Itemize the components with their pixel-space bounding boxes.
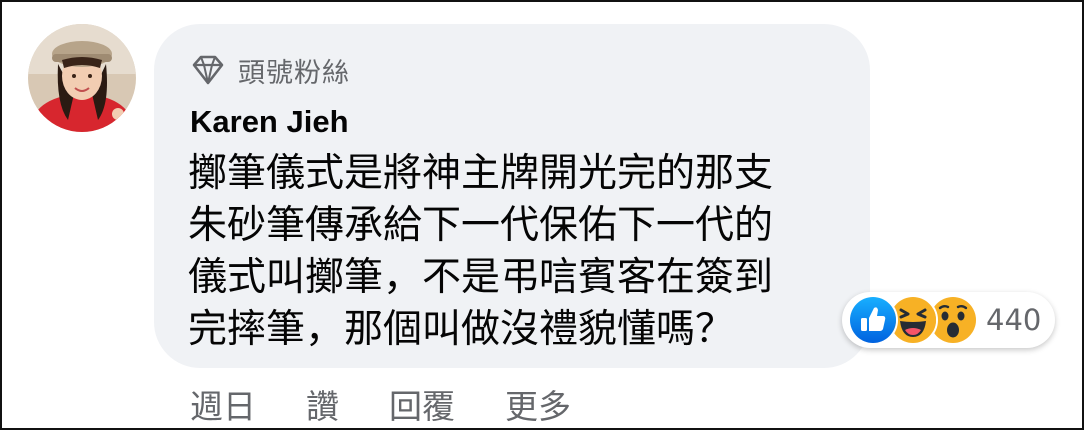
comment-bubble: 頭號粉絲 Karen Jieh 擲筆儀式是將神主牌開光完的那支 朱砂筆傳承給下一…	[154, 24, 870, 368]
reaction-count: 440	[986, 303, 1042, 337]
more-button[interactable]: 更多	[505, 380, 571, 428]
top-fan-badge[interactable]: 頭號粉絲	[188, 50, 350, 90]
author-name[interactable]: Karen Jieh	[190, 104, 349, 140]
screenshot-frame: 頭號粉絲 Karen Jieh 擲筆儀式是將神主牌開光完的那支 朱砂筆傳承給下一…	[0, 0, 1084, 430]
badge-label: 頭號粉絲	[238, 57, 350, 89]
like-button[interactable]: 讚	[306, 380, 339, 428]
comment-actions: 週日 讚 回覆 更多	[190, 380, 621, 428]
diamond-icon	[188, 50, 228, 90]
like-icon	[848, 295, 898, 345]
comment-line: 完摔筆，那個叫做沒禮貌懂嗎？	[188, 307, 735, 352]
timestamp-link[interactable]: 週日	[190, 380, 256, 428]
reactions-summary[interactable]: 440	[842, 292, 1056, 348]
avatar[interactable]	[28, 24, 136, 132]
reply-button[interactable]: 回覆	[389, 380, 455, 428]
comment-text: 擲筆儀式是將神主牌開光完的那支 朱砂筆傳承給下一代保佑下一代的 儀式叫擲筆，不是…	[188, 148, 848, 356]
comment-line: 儀式叫擲筆，不是弔唁賓客在簽到	[188, 255, 774, 300]
comment-line: 朱砂筆傳承給下一代保佑下一代的	[188, 203, 774, 248]
comment-line: 擲筆儀式是將神主牌開光完的那支	[188, 151, 774, 196]
